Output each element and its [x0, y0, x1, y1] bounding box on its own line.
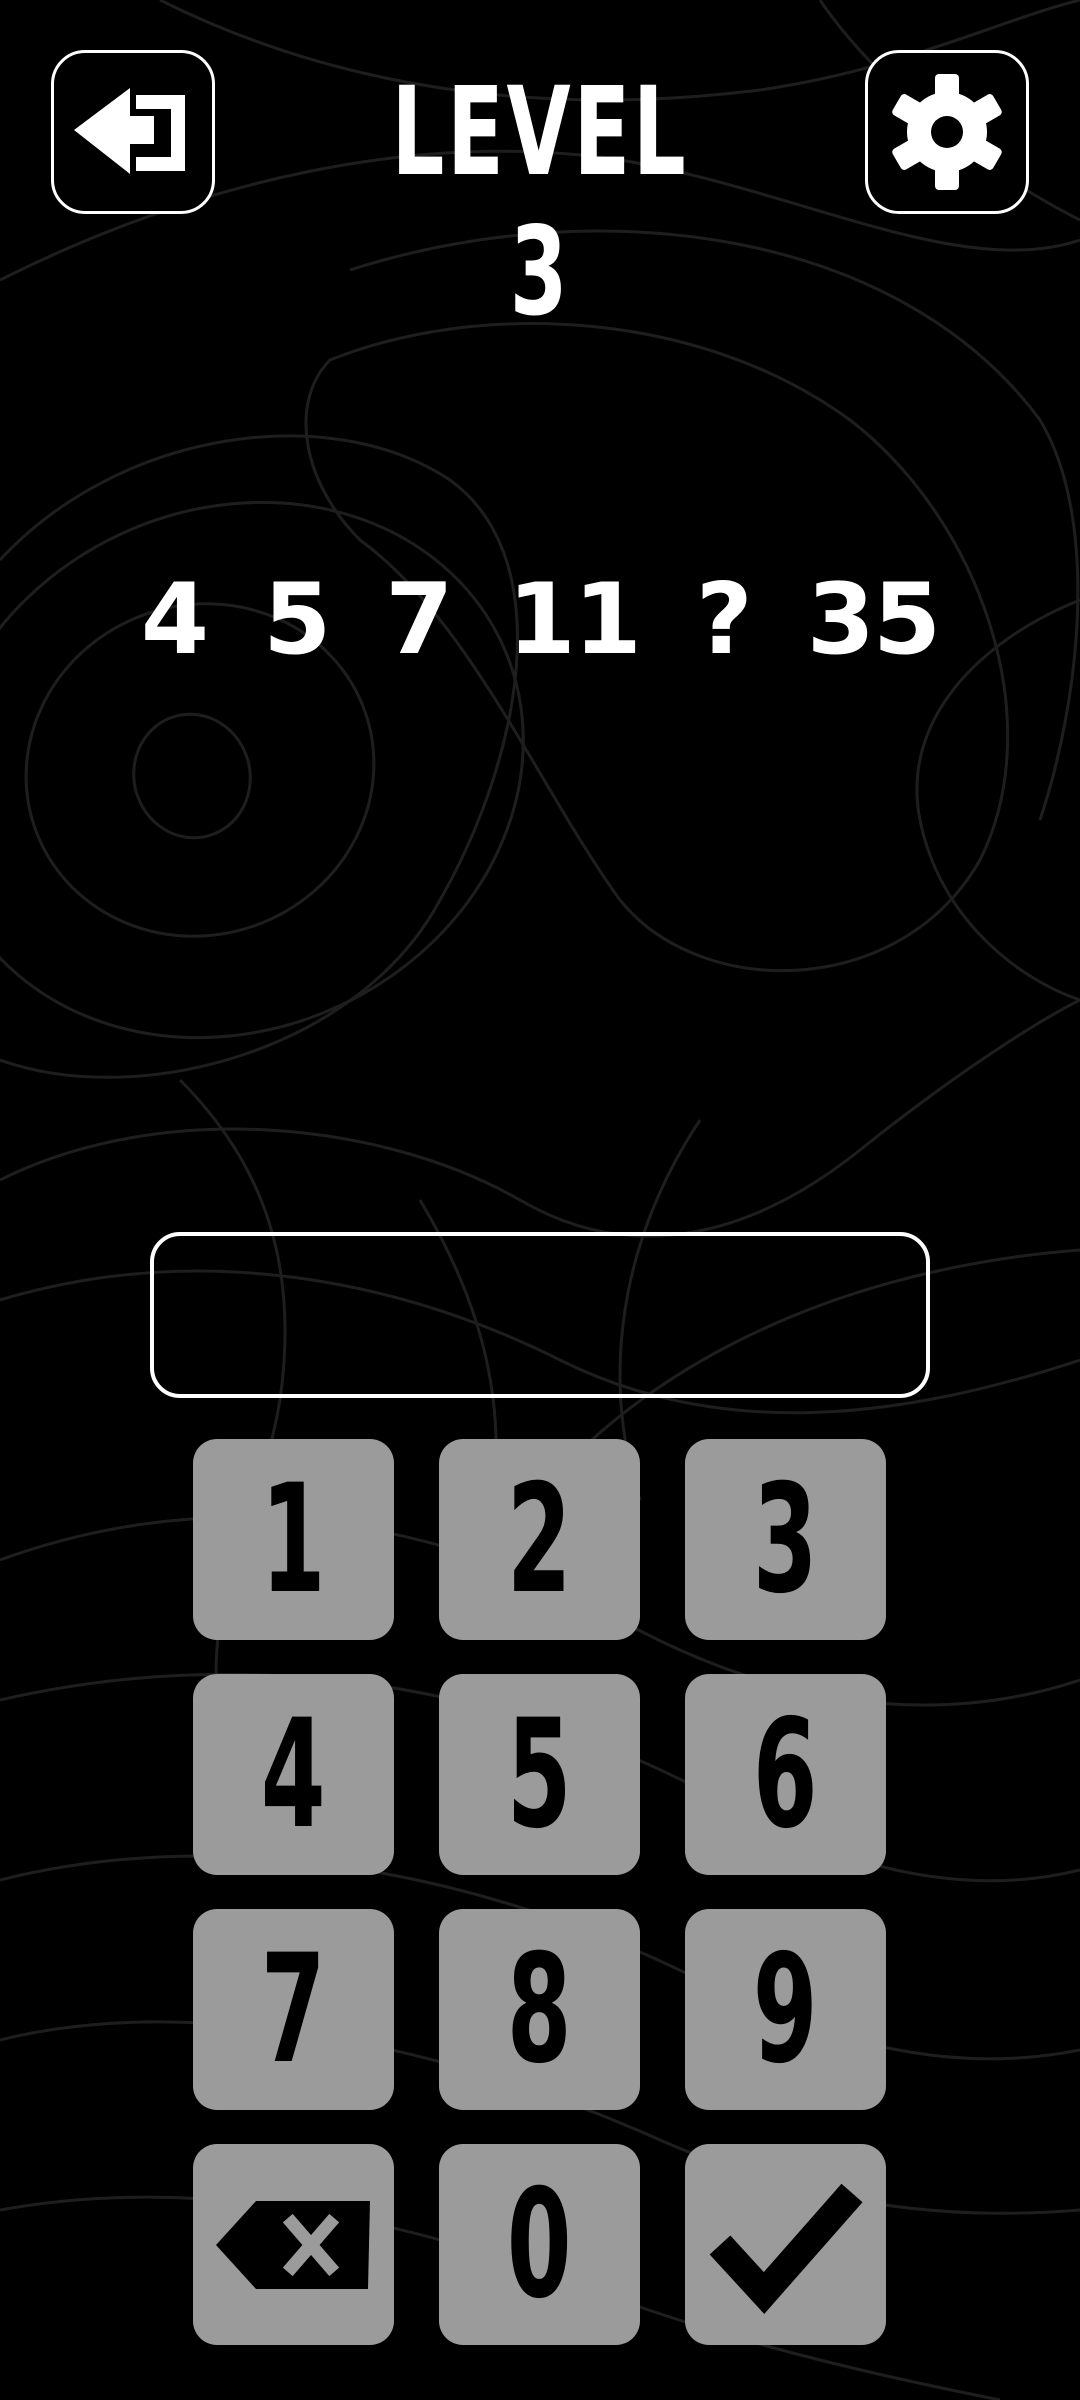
key-1[interactable]: 1 [193, 1439, 394, 1640]
key-label: 9 [753, 1922, 818, 2097]
sequence-item: 4 [140, 563, 209, 677]
key-2[interactable]: 2 [439, 1439, 640, 1640]
key-5[interactable]: 5 [439, 1674, 640, 1875]
sequence-item: 11 [507, 563, 641, 677]
key-label: 2 [507, 1452, 572, 1627]
sequence-item: 7 [385, 563, 453, 677]
gear-icon [892, 74, 1002, 190]
key-4[interactable]: 4 [193, 1674, 394, 1875]
key-6[interactable]: 6 [685, 1674, 886, 1875]
confirm-button[interactable] [685, 2144, 886, 2345]
key-0[interactable]: 0 [439, 2144, 640, 2345]
key-7[interactable]: 7 [193, 1909, 394, 2110]
checkmark-icon [709, 2183, 863, 2314]
key-label: 7 [261, 1922, 326, 2097]
key-label: 6 [753, 1687, 818, 1862]
sequence-item: 5 [263, 563, 331, 677]
key-label: 1 [261, 1452, 326, 1627]
level-title: LEVEL 3 [391, 61, 689, 343]
key-8[interactable]: 8 [439, 1909, 640, 2110]
settings-button[interactable] [865, 50, 1029, 214]
keypad: 1 2 3 4 5 6 7 8 9 0 [193, 1439, 887, 2345]
sequence-item-unknown: ? [695, 563, 753, 677]
delete-button[interactable] [193, 2144, 394, 2345]
exit-arrow-icon [74, 88, 185, 174]
back-button[interactable] [51, 50, 215, 214]
key-label: 8 [507, 1922, 572, 2097]
key-label: 5 [507, 1687, 572, 1862]
key-3[interactable]: 3 [685, 1439, 886, 1640]
sequence-item: 35 [806, 563, 941, 677]
answer-input[interactable] [150, 1232, 930, 1398]
key-label: 4 [261, 1687, 326, 1862]
number-sequence: 4 5 7 11 ? 35 [140, 560, 941, 680]
key-label: 3 [753, 1452, 818, 1627]
key-label: 0 [507, 2157, 572, 2332]
key-9[interactable]: 9 [685, 1909, 886, 2110]
backspace-icon [215, 2200, 370, 2289]
